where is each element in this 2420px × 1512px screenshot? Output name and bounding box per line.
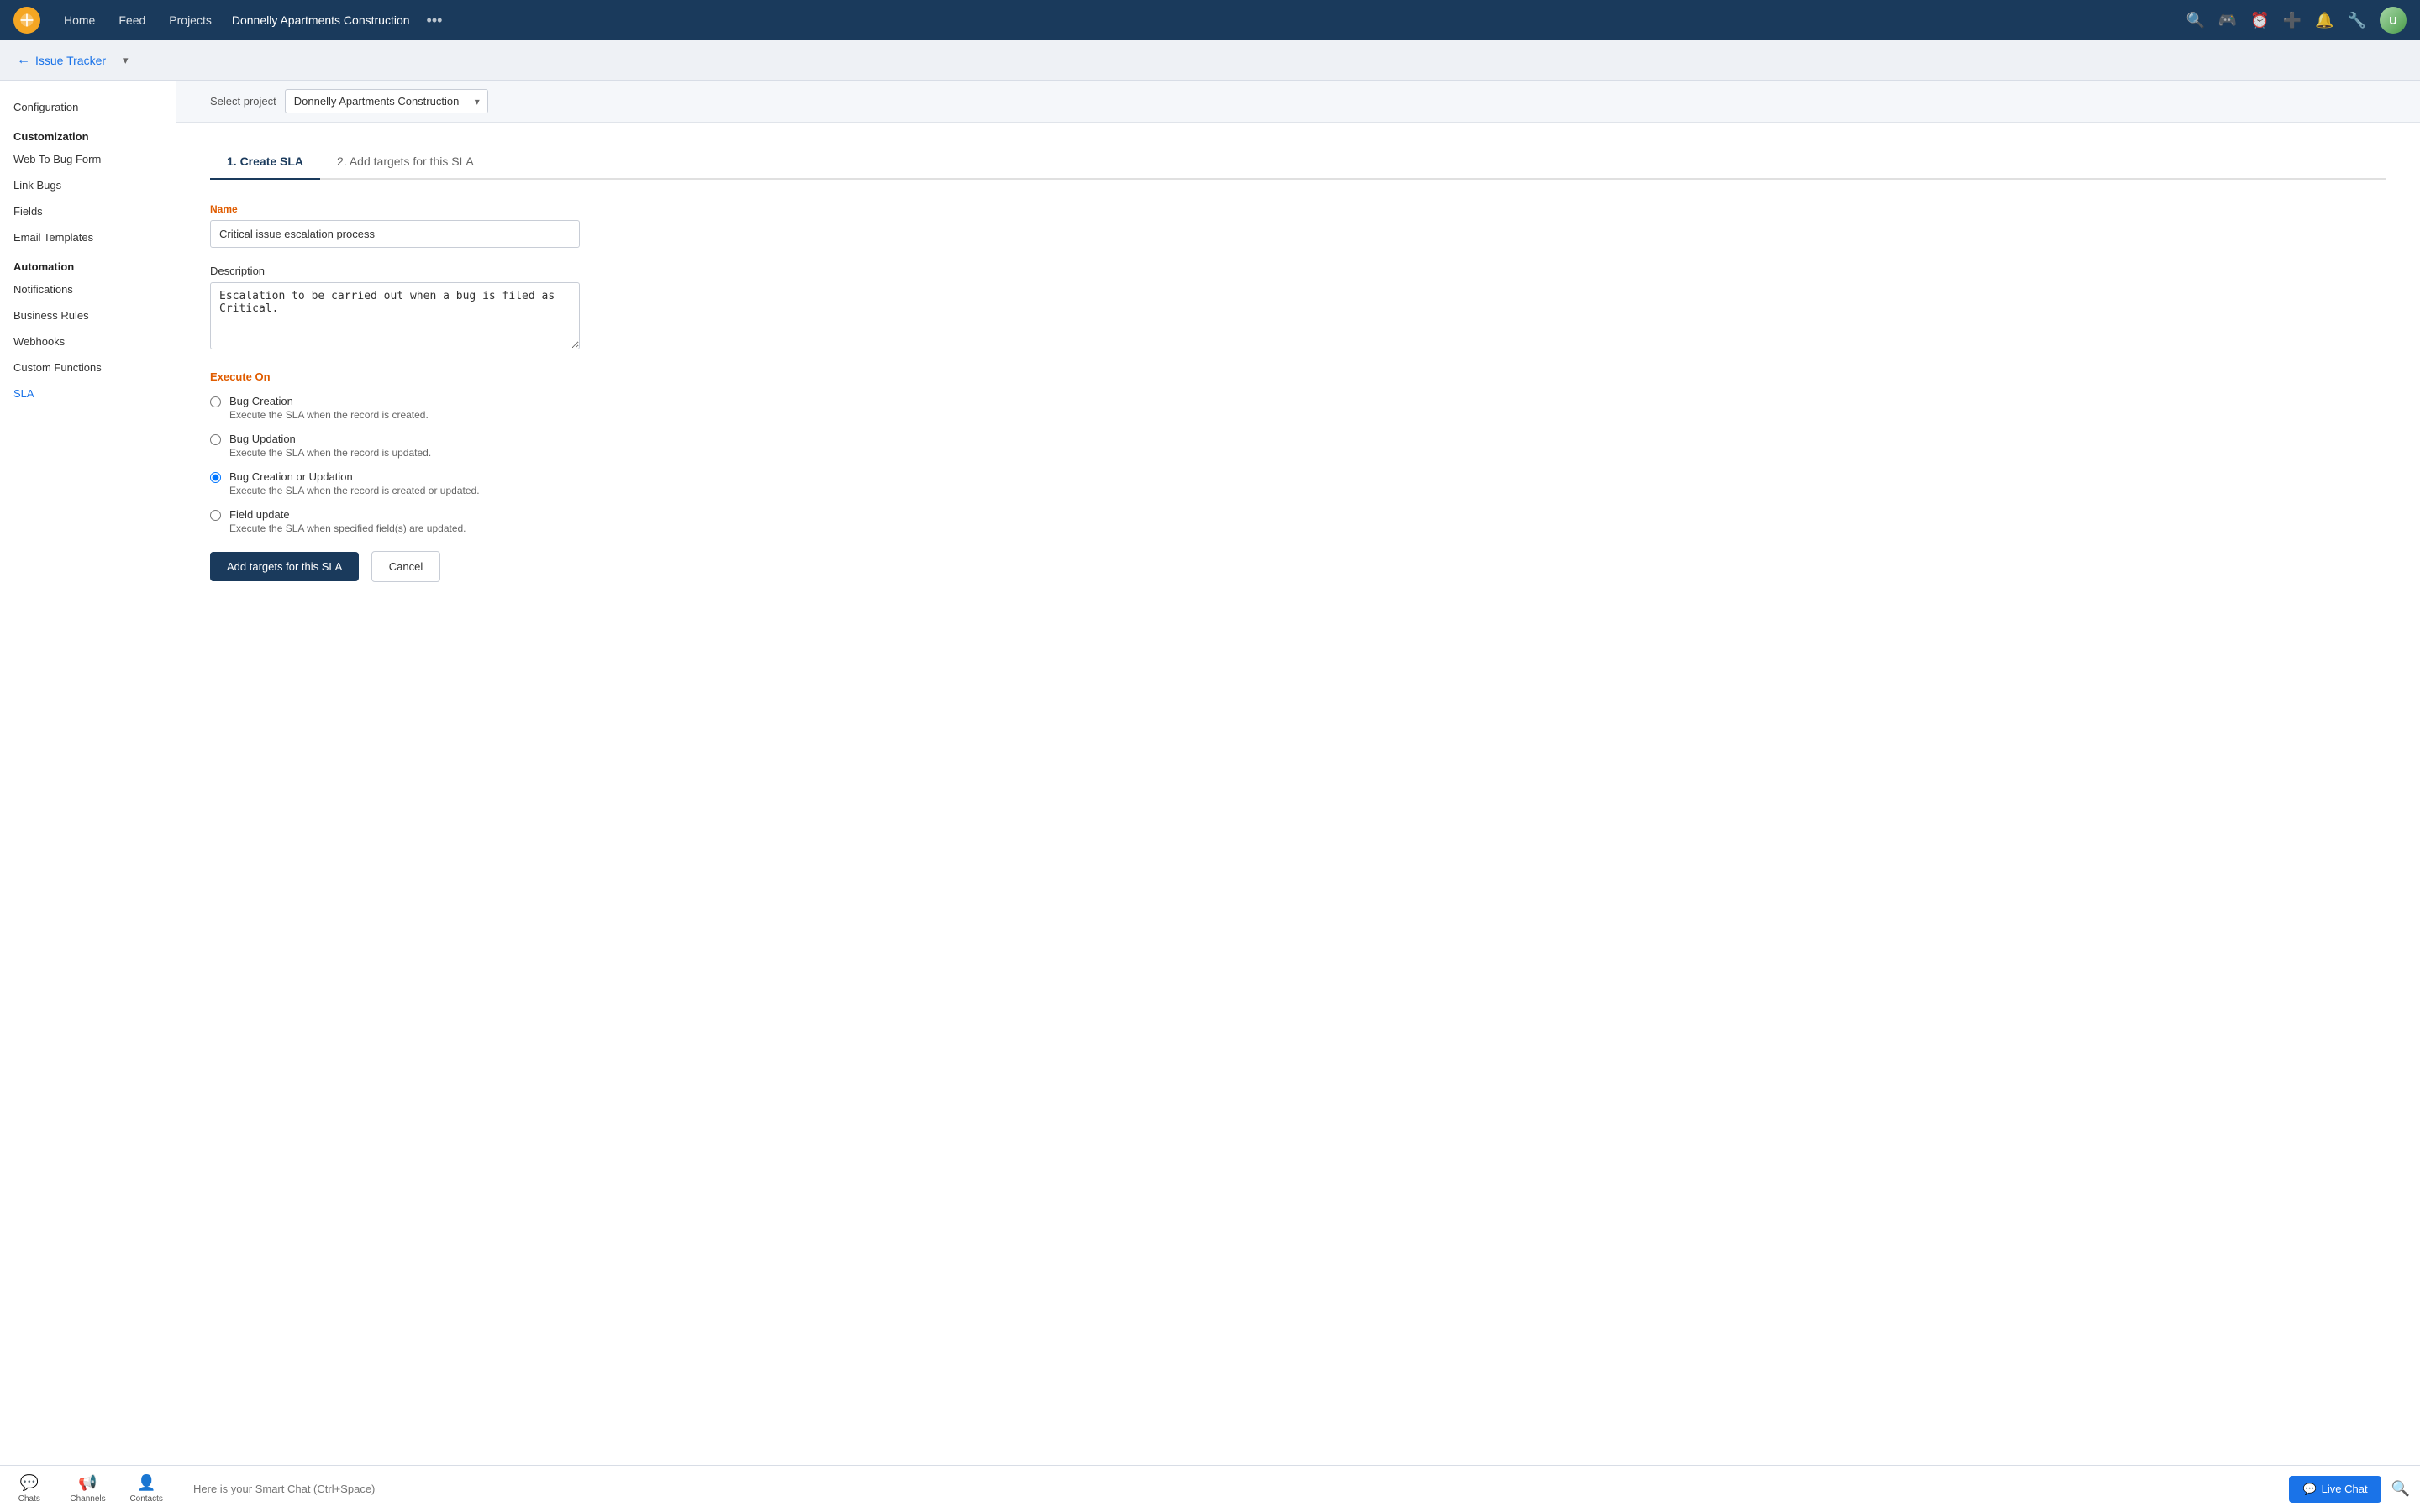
- sidebar-item-configuration[interactable]: Configuration: [0, 94, 176, 120]
- tab-create-sla[interactable]: 1. Create SLA: [210, 146, 320, 178]
- live-chat-icon: 💬: [2302, 1483, 2316, 1496]
- cancel-button[interactable]: Cancel: [371, 551, 440, 582]
- sidebar-item-web-to-bug-form[interactable]: Web To Bug Form: [0, 146, 176, 172]
- add-icon[interactable]: ➕: [2283, 12, 2302, 29]
- nav-feed[interactable]: Feed: [108, 8, 155, 32]
- sidebar-item-business-rules[interactable]: Business Rules: [0, 302, 176, 328]
- radio-field-update-input[interactable]: [210, 510, 221, 521]
- radio-bug-creation: Bug Creation Execute the SLA when the re…: [210, 395, 2386, 421]
- radio-field-update-desc: Execute the SLA when specified field(s) …: [229, 522, 466, 534]
- main-content: Select project Donnelly Apartments Const…: [176, 81, 2420, 1465]
- sub-navigation: ← Issue Tracker ▾: [0, 40, 2420, 81]
- avatar[interactable]: U: [2380, 7, 2407, 34]
- more-options-button[interactable]: •••: [420, 8, 450, 33]
- sidebar-item-webhooks[interactable]: Webhooks: [0, 328, 176, 354]
- radio-bug-updation-desc: Execute the SLA when the record is updat…: [229, 447, 431, 459]
- sidebar-group-customization: Customization: [0, 120, 176, 146]
- bottom-tab-chats[interactable]: 💬 Chats: [0, 1466, 59, 1512]
- bell-icon[interactable]: 🔔: [2315, 12, 2333, 29]
- chats-label: Chats: [18, 1494, 40, 1504]
- sidebar-group-automation: Automation: [0, 250, 176, 276]
- sidebar-item-custom-functions[interactable]: Custom Functions: [0, 354, 176, 381]
- add-targets-button[interactable]: Add targets for this SLA: [210, 552, 359, 581]
- contacts-label: Contacts: [129, 1494, 162, 1504]
- radio-bug-creation-or-updation-desc: Execute the SLA when the record is creat…: [229, 485, 480, 496]
- sidebar-item-fields[interactable]: Fields: [0, 198, 176, 224]
- name-input[interactable]: [210, 220, 580, 248]
- smart-chat-area: [176, 1482, 2289, 1497]
- form-tabs: 1. Create SLA 2. Add targets for this SL…: [210, 146, 2386, 180]
- sla-form: Name Description Execute On Bug Creation…: [210, 203, 2386, 582]
- radio-field-update-label: Field update: [229, 508, 466, 521]
- sub-nav-dropdown[interactable]: ▾: [123, 54, 129, 67]
- name-field-group: Name: [210, 203, 2386, 248]
- timer-icon[interactable]: ⏰: [2250, 12, 2269, 29]
- nav-home[interactable]: Home: [54, 8, 105, 32]
- top-nav-right-icons: 🔍 🎮 ⏰ ➕ 🔔 🔧 U: [2186, 7, 2407, 34]
- bottom-tab-channels[interactable]: 📢 Channels: [59, 1466, 118, 1512]
- app-logo[interactable]: [13, 7, 40, 34]
- live-chat-label: Live Chat: [2322, 1483, 2368, 1495]
- radio-bug-updation-label: Bug Updation: [229, 433, 431, 445]
- sidebar-item-email-templates[interactable]: Email Templates: [0, 224, 176, 250]
- radio-bug-creation-input[interactable]: [210, 396, 221, 407]
- radio-bug-creation-desc: Execute the SLA when the record is creat…: [229, 409, 429, 421]
- bottom-tabs: 💬 Chats 📢 Channels 👤 Contacts: [0, 1466, 176, 1512]
- bottom-search-icon[interactable]: 🔍: [2391, 1480, 2410, 1498]
- project-select-dropdown[interactable]: Donnelly Apartments Construction: [285, 89, 488, 113]
- back-label: Issue Tracker: [35, 54, 106, 67]
- project-select-bar: Select project Donnelly Apartments Const…: [176, 81, 2420, 123]
- top-navigation: Home Feed Projects Donnelly Apartments C…: [0, 0, 2420, 40]
- tools-icon[interactable]: 🔧: [2348, 12, 2366, 29]
- radio-bug-updation: Bug Updation Execute the SLA when the re…: [210, 433, 2386, 459]
- back-arrow-icon: ←: [17, 53, 30, 68]
- description-textarea[interactable]: [210, 282, 580, 349]
- radio-bug-creation-or-updation-input[interactable]: [210, 472, 221, 483]
- radio-bug-updation-input[interactable]: [210, 434, 221, 445]
- form-actions: Add targets for this SLA Cancel: [210, 551, 2386, 582]
- description-label: Description: [210, 265, 2386, 277]
- live-chat-button[interactable]: 💬 Live Chat: [2289, 1476, 2381, 1503]
- main-layout: Configuration Customization Web To Bug F…: [0, 81, 2420, 1465]
- contacts-icon: 👤: [137, 1474, 155, 1492]
- bottom-tab-contacts[interactable]: 👤 Contacts: [117, 1466, 176, 1512]
- name-label: Name: [210, 203, 2386, 215]
- radio-bug-creation-or-updation: Bug Creation or Updation Execute the SLA…: [210, 470, 2386, 496]
- top-nav-links: Home Feed Projects Donnelly Apartments C…: [54, 8, 2186, 33]
- sidebar-item-sla[interactable]: SLA: [0, 381, 176, 407]
- gamepad-icon[interactable]: 🎮: [2218, 12, 2237, 29]
- channels-icon: 📢: [78, 1474, 97, 1492]
- sidebar-item-link-bugs[interactable]: Link Bugs: [0, 172, 176, 198]
- radio-bug-creation-label: Bug Creation: [229, 395, 429, 407]
- radio-field-update: Field update Execute the SLA when specif…: [210, 508, 2386, 534]
- description-field-group: Description: [210, 265, 2386, 354]
- execute-on-group: Execute On Bug Creation Execute the SLA …: [210, 370, 2386, 534]
- execute-on-label: Execute On: [210, 370, 2386, 383]
- smart-chat-input[interactable]: [193, 1483, 2272, 1495]
- bottom-bar: 💬 Chats 📢 Channels 👤 Contacts 💬 Live Cha…: [0, 1465, 2420, 1512]
- radio-bug-creation-or-updation-label: Bug Creation or Updation: [229, 470, 480, 483]
- project-select-label: Select project: [210, 95, 276, 108]
- tab-add-targets[interactable]: 2. Add targets for this SLA: [320, 146, 491, 178]
- nav-projects[interactable]: Projects: [159, 8, 222, 32]
- chats-icon: 💬: [20, 1474, 39, 1492]
- dropdown-arrow-icon: ▾: [123, 54, 129, 67]
- search-icon[interactable]: 🔍: [2186, 12, 2204, 29]
- sidebar-item-notifications[interactable]: Notifications: [0, 276, 176, 302]
- sidebar: Configuration Customization Web To Bug F…: [0, 81, 176, 1465]
- project-select-wrapper: Donnelly Apartments Construction: [285, 89, 488, 113]
- nav-project-title[interactable]: Donnelly Apartments Construction: [225, 8, 417, 32]
- back-to-issue-tracker[interactable]: ← Issue Tracker: [17, 53, 106, 68]
- channels-label: Channels: [70, 1494, 105, 1504]
